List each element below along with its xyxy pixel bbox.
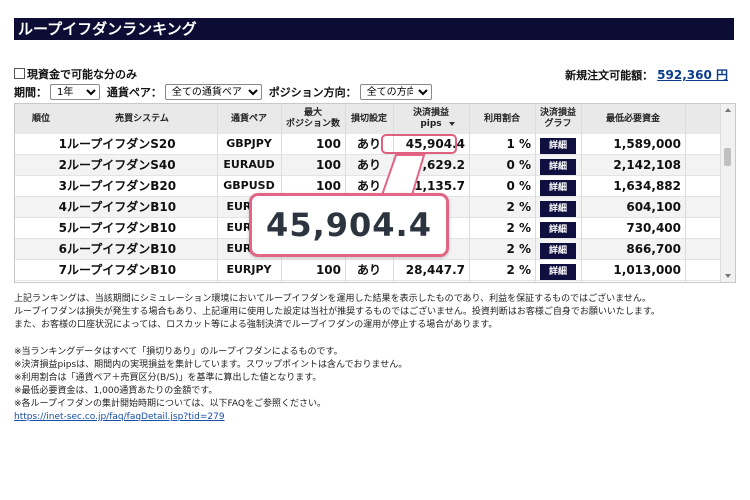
note-line: ※最低必要資金は、1,000通貨あたりの金額です。 (14, 386, 218, 396)
zoom-callout: 45,904.4 (249, 193, 449, 257)
zoom-value: 45,904.4 (266, 206, 432, 244)
note-line: ※決済損益pipsは、期間内の実現損益を集計しています。スワップポイントは含んで… (14, 360, 408, 370)
note-line: ※各ループイフダンの集計開始時期については、以下FAQをご参照ください。 (14, 399, 326, 409)
note-line: ※当ランキングデータはすべて「損切りあり」のループイフダンによるものです。 (14, 347, 343, 357)
note-line: ※利用割合は「通貨ペア＋売買区分(B/S)」を基準に算出した値となります。 (14, 373, 322, 383)
disclaimer-notes: 上記ランキングは、当該期間にシミュレーション環境においてループイフダンを運用した… (14, 293, 736, 424)
callout-connector (380, 154, 426, 196)
note-line: また、お客様の口座状況によっては、ロスカット等による強制決済でループイフダンの運… (14, 320, 498, 330)
note-line: 上記ランキングは、当該期間にシミュレーション環境においてループイフダンを運用した… (14, 294, 651, 304)
note-line: ループイフダンは損失が発生する場合もあり、上記運用に使用した設定は当社が推奨する… (14, 307, 660, 317)
faq-link[interactable]: https://inet-sec.co.jp/faq/faqDetail.jsp… (14, 412, 225, 422)
